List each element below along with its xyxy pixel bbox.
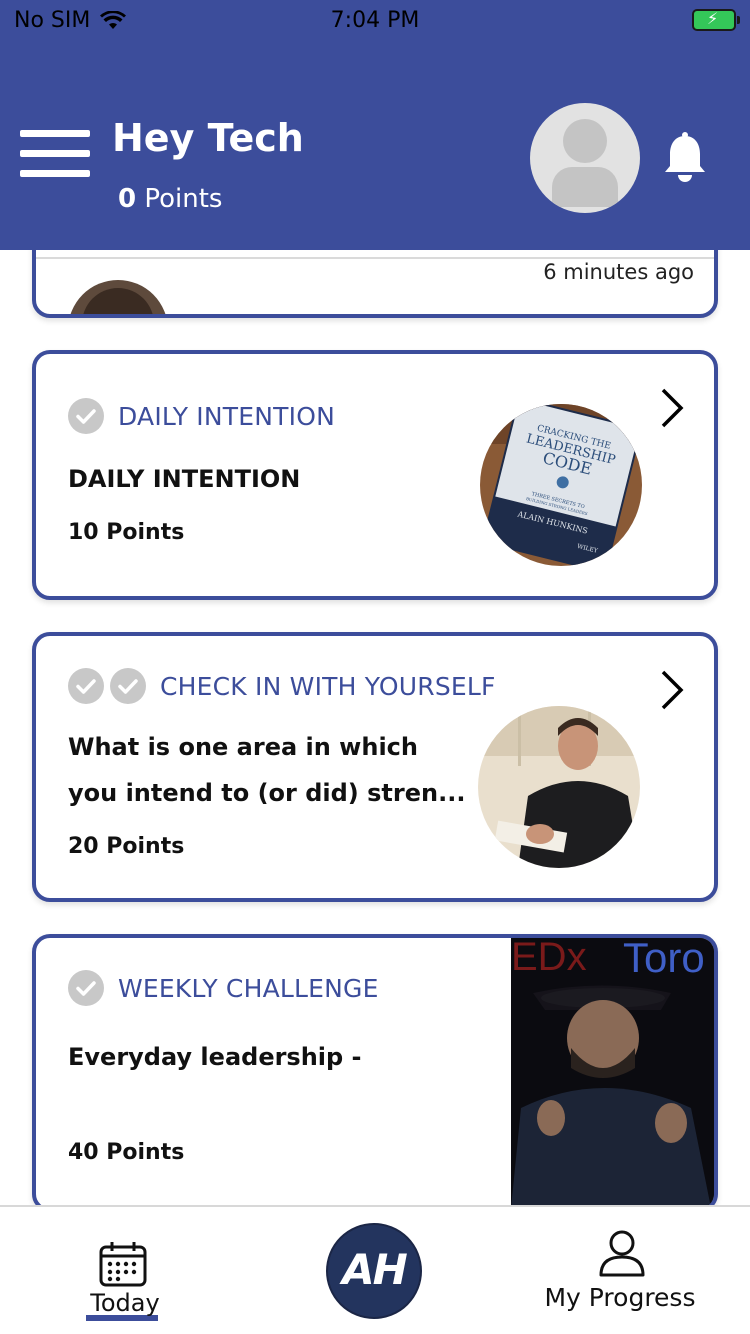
bottom-tab-bar: Today AH My Progress — [0, 1205, 750, 1334]
card-points: 40 Points — [68, 1140, 185, 1165]
activity-feed[interactable]: 6 minutes ago DAILY INTENTION DAILY INTE… — [0, 250, 750, 1205]
bell-icon[interactable] — [662, 132, 708, 184]
post-timestamp: 6 minutes ago — [543, 260, 694, 284]
greeting-title: Hey Tech — [112, 116, 304, 160]
card-type-row: WEEKLY CHALLENGE — [68, 970, 379, 1006]
tab-today-label: Today — [90, 1289, 160, 1317]
points-label: Points — [144, 184, 223, 214]
check-in-card[interactable]: CHECK IN WITH YOURSELF What is one area … — [32, 632, 718, 902]
card-type-row: DAILY INTENTION — [68, 398, 335, 434]
svg-text:EDx: EDx — [511, 938, 587, 979]
user-icon — [599, 1230, 645, 1277]
check-circle-icon — [110, 668, 146, 704]
chevron-right-icon[interactable] — [658, 386, 686, 430]
check-circle-icon — [68, 668, 104, 704]
home-logo-button[interactable]: AH — [326, 1223, 422, 1319]
book-cover-thumbnail: CRACKING THE LEADERSHIP CODE THREE SECRE… — [480, 404, 642, 566]
check-circle-icon — [68, 398, 104, 434]
feed-card-partial[interactable]: 6 minutes ago — [32, 250, 718, 318]
tab-my-progress[interactable]: My Progress — [530, 1227, 710, 1327]
user-points: 0 Points — [118, 184, 222, 214]
card-type-label: CHECK IN WITH YOURSELF — [160, 671, 496, 701]
card-title: DAILY INTENTION — [68, 465, 301, 493]
check-circle-icon — [68, 970, 104, 1006]
daily-intention-card[interactable]: DAILY INTENTION DAILY INTENTION 10 Point… — [32, 350, 718, 600]
card-points: 10 Points — [68, 520, 185, 545]
card-title-line: you intend to (or did) stren... — [68, 779, 466, 807]
status-bar: No SIM 7:04 PM ⚡ — [0, 0, 750, 44]
chevron-right-icon[interactable] — [658, 668, 686, 712]
card-title: What is one area in which you intend to … — [68, 724, 465, 816]
weekly-challenge-card[interactable]: WEEKLY CHALLENGE Everyday leadership - 4… — [32, 934, 718, 1205]
video-thumbnail[interactable]: EDx Toro — [511, 938, 714, 1205]
divider — [36, 257, 714, 259]
card-title-line: What is one area in which — [68, 733, 418, 761]
card-type-label: DAILY INTENTION — [118, 401, 335, 431]
menu-button[interactable] — [20, 130, 90, 180]
clock: 7:04 PM — [330, 8, 420, 33]
author-photo-thumbnail — [478, 706, 640, 868]
charging-bolt-icon: ⚡ — [707, 9, 719, 28]
battery-icon: ⚡ — [692, 9, 740, 31]
card-type-label: WEEKLY CHALLENGE — [118, 973, 379, 1003]
video-text: Toro — [623, 938, 705, 981]
app-header: No SIM 7:04 PM ⚡ Hey Tech 0 Points — [0, 0, 750, 250]
points-value: 0 — [118, 184, 137, 214]
calendar-icon — [99, 1242, 147, 1287]
tab-my-progress-label: My Progress — [544, 1283, 696, 1312]
ah-logo-icon: AH — [342, 1245, 408, 1294]
card-points: 20 Points — [68, 834, 185, 859]
today-screen: No SIM 7:04 PM ⚡ Hey Tech 0 Points 6 min… — [0, 0, 750, 1334]
card-title: Everyday leadership - — [68, 1043, 362, 1071]
profile-avatar[interactable] — [530, 103, 640, 213]
commenter-avatar — [68, 280, 168, 314]
tab-today[interactable]: Today — [62, 1237, 188, 1327]
card-type-row: CHECK IN WITH YOURSELF — [68, 668, 496, 704]
